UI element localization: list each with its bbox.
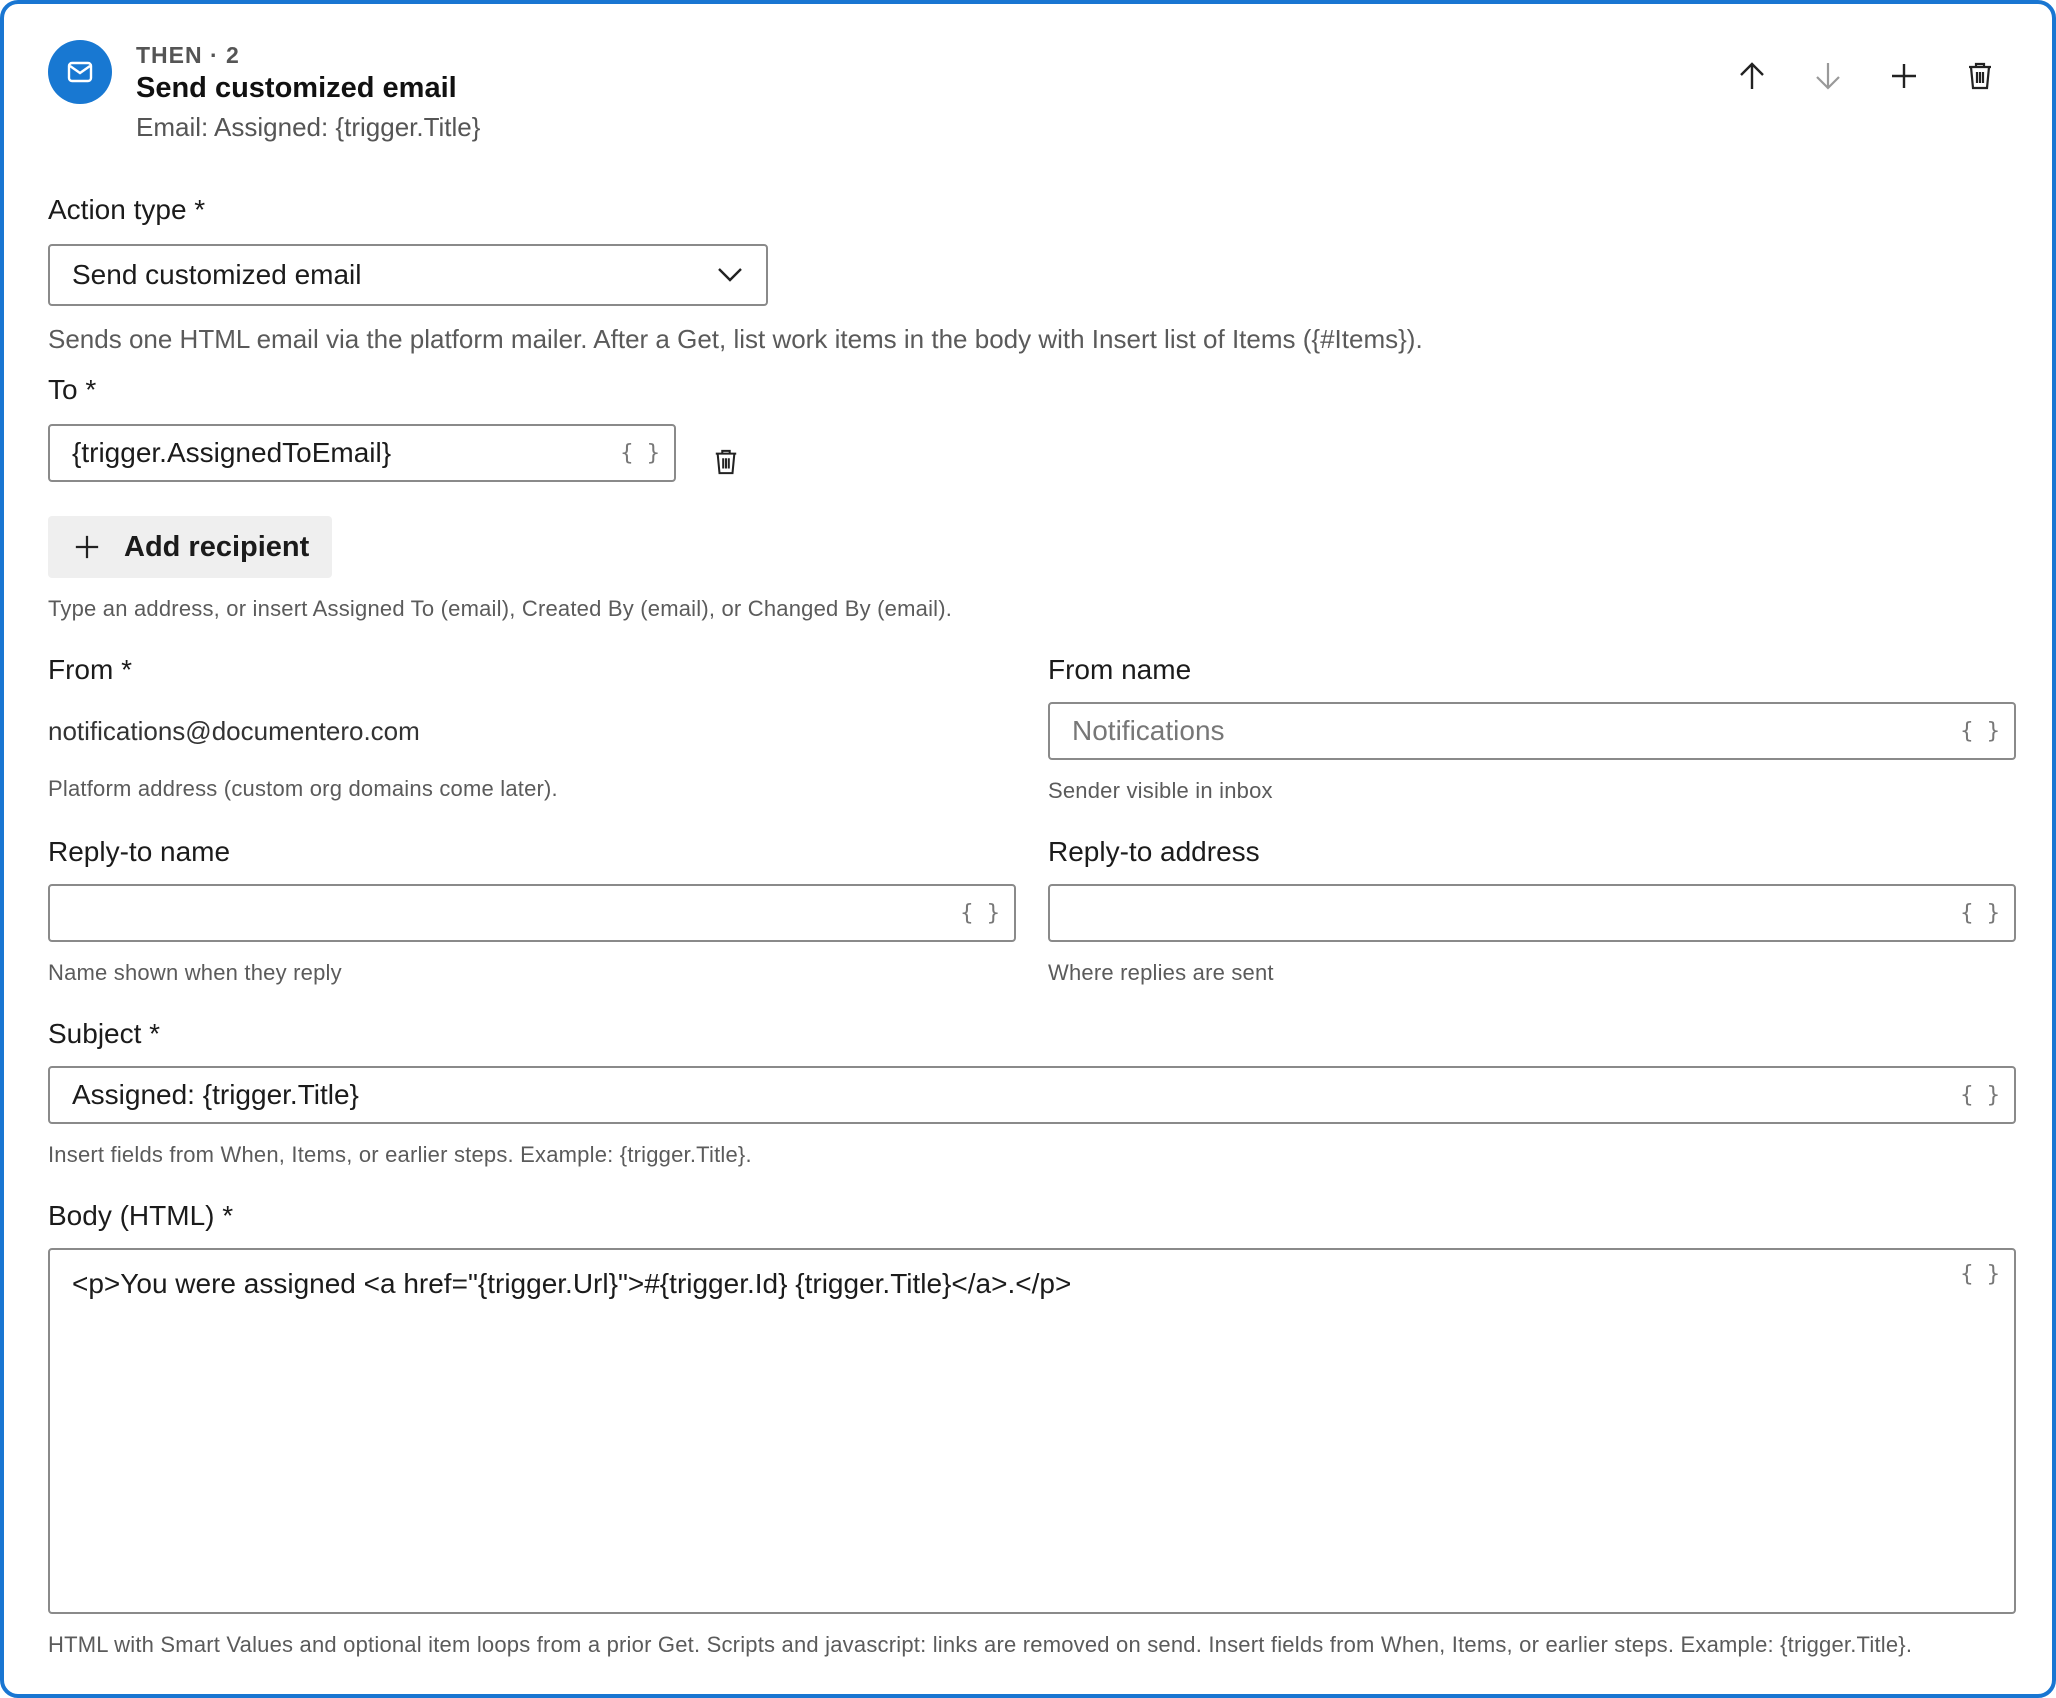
from-name-help: Sender visible in inbox <box>1048 778 1273 803</box>
body-textarea[interactable]: <p>You were assigned <a href="{trigger.U… <box>48 1248 2016 1614</box>
subject-label: Subject * <box>48 1018 161 1049</box>
smart-value-icon[interactable]: { } <box>1960 719 2000 744</box>
smart-value-icon[interactable]: { } <box>1960 1262 2000 1287</box>
step-title: Send customized email <box>136 72 457 104</box>
action-type-value: Send customized email <box>72 259 362 290</box>
reply-to-name-help: Name shown when they reply <box>48 960 342 985</box>
subject-input[interactable]: Assigned: {trigger.Title} { } <box>48 1066 2016 1124</box>
body-label: Body (HTML) * <box>48 1200 234 1231</box>
add-step-button[interactable] <box>1884 56 1924 96</box>
trash-icon <box>715 449 737 475</box>
from-help: Platform address (custom org domains com… <box>48 776 558 801</box>
action-type-select[interactable]: Send customized email <box>48 244 768 306</box>
move-up-button[interactable] <box>1732 56 1772 96</box>
step-toolbar <box>1732 56 2000 96</box>
from-name-input[interactable]: Notifications { } <box>1048 702 2016 760</box>
move-down-button[interactable] <box>1808 56 1848 96</box>
from-label: From * <box>48 654 132 685</box>
reply-to-address-help: Where replies are sent <box>1048 960 1274 985</box>
step-subtitle: Email: Assigned: {trigger.Title} <box>136 112 481 142</box>
reply-to-name-input[interactable]: { } <box>48 884 1016 942</box>
reply-to-address-label: Reply-to address <box>1048 836 1260 867</box>
to-label: To * <box>48 374 97 405</box>
smart-value-icon[interactable]: { } <box>1960 1083 2000 1108</box>
reply-to-address-input[interactable]: { } <box>1048 884 2016 942</box>
step-eyebrow: THEN · 2 <box>136 42 240 68</box>
trash-icon <box>1969 62 1991 90</box>
plus-icon <box>1892 64 1916 88</box>
subject-help: Insert fields from When, Items, or earli… <box>48 1142 752 1167</box>
add-recipient-button[interactable]: Add recipient <box>48 516 332 578</box>
to-value: {trigger.AssignedToEmail} <box>72 437 392 468</box>
smart-value-icon[interactable]: { } <box>1960 901 2000 926</box>
to-input[interactable]: {trigger.AssignedToEmail} { } <box>48 424 676 482</box>
plus-icon <box>75 535 99 559</box>
smart-value-icon[interactable]: { } <box>960 901 1000 926</box>
arrow-down-icon <box>1816 63 1840 90</box>
from-name-placeholder: Notifications <box>1072 715 1225 746</box>
subject-value: Assigned: {trigger.Title} <box>72 1079 359 1110</box>
action-type-label: Action type * <box>48 194 206 225</box>
arrow-up-icon <box>1740 62 1764 89</box>
chevron-down-icon <box>718 268 742 282</box>
add-recipient-label: Add recipient <box>124 530 310 563</box>
from-name-label: From name <box>1048 654 1192 685</box>
delete-step-button[interactable] <box>1960 56 2000 96</box>
reply-to-name-label: Reply-to name <box>48 836 231 867</box>
step-card: THEN · 2 Send customized email Email: As… <box>0 0 2056 1698</box>
to-help: Type an address, or insert Assigned To (… <box>48 596 953 621</box>
body-help: HTML with Smart Values and optional item… <box>48 1632 1913 1657</box>
action-type-description: Sends one HTML email via the platform ma… <box>48 324 1423 354</box>
envelope-icon <box>48 40 112 104</box>
remove-recipient-button[interactable] <box>708 444 744 480</box>
smart-value-icon[interactable]: { } <box>620 441 660 466</box>
from-value: notifications@documentero.com <box>48 716 420 746</box>
body-value: <p>You were assigned <a href="{trigger.U… <box>72 1268 1072 1299</box>
